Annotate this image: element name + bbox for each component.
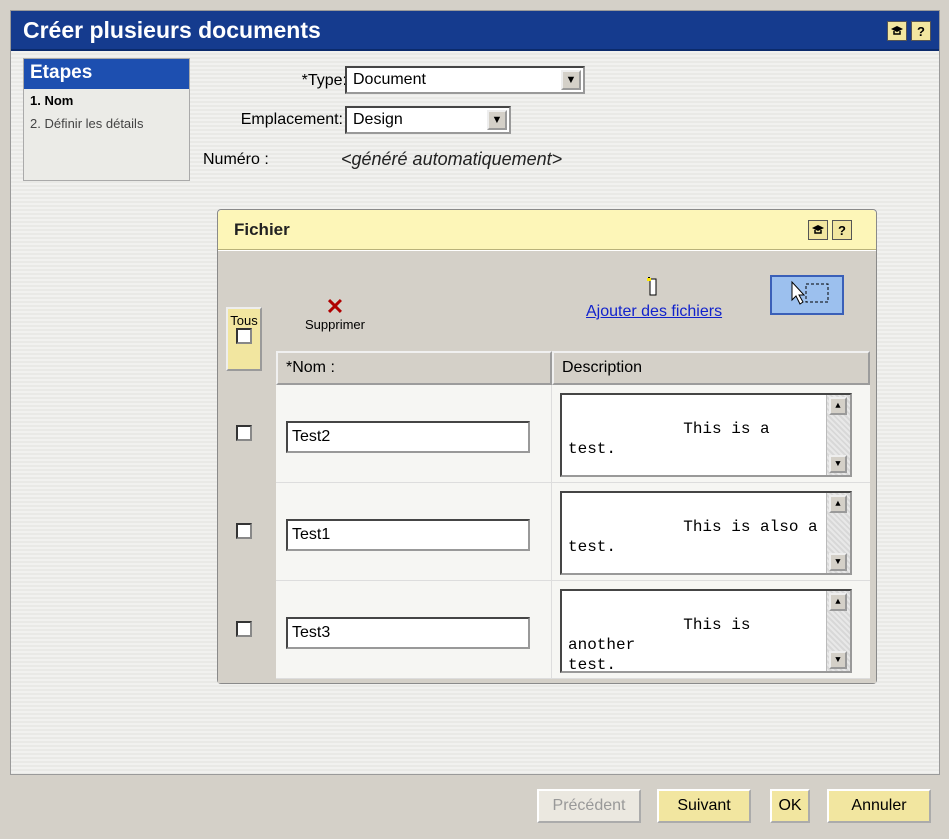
row-select-cell <box>226 581 276 679</box>
name-field[interactable]: Test3 <box>286 617 530 649</box>
scrollbar[interactable]: ▲ ▼ <box>826 493 850 573</box>
add-file-icon <box>586 277 722 303</box>
file-panel-body: Tous ✕ Supprimer Ajouter des fichiers *N <box>218 251 876 683</box>
row-checkbox[interactable] <box>236 425 252 441</box>
description-field[interactable]: This is a test. ▲ ▼ <box>560 393 852 477</box>
ok-button[interactable]: OK <box>770 789 810 823</box>
help-icon[interactable]: ? <box>832 220 852 240</box>
row-select-cell <box>226 385 276 483</box>
drag-drop-icon <box>782 278 832 313</box>
delete-button[interactable]: ✕ Supprimer <box>290 294 380 333</box>
scroll-up-icon[interactable]: ▲ <box>829 593 847 611</box>
select-all-toggle[interactable]: Tous <box>226 307 262 371</box>
step-nom: 1. Nom <box>30 93 74 108</box>
file-panel: Fichier ? Tous ✕ Supprimer Ajouter des f… <box>217 209 877 684</box>
type-value: Document <box>353 71 426 88</box>
name-field[interactable]: Test1 <box>286 519 530 551</box>
previous-button[interactable]: Précédent <box>537 789 641 823</box>
add-files-button[interactable]: Ajouter des fichiers <box>586 277 722 321</box>
scroll-down-icon[interactable]: ▼ <box>829 553 847 571</box>
cancel-button[interactable]: Annuler <box>827 789 931 823</box>
type-label: *Type: <box>301 72 347 89</box>
name-cell: Test3 <box>276 581 552 679</box>
select-all-checkbox[interactable] <box>236 328 252 344</box>
number-value: <généré automatiquement> <box>341 149 563 169</box>
scrollbar[interactable]: ▲ ▼ <box>826 591 850 671</box>
file-toolbar: Tous ✕ Supprimer Ajouter des fichiers <box>218 251 876 371</box>
table-row: Test2 This is a test. ▲ ▼ <box>226 385 870 483</box>
table-row: Test3 This is another test. ▲ ▼ <box>226 581 870 679</box>
delete-icon: ✕ <box>325 294 345 319</box>
file-panel-header: Fichier ? <box>218 210 876 250</box>
scrollbar[interactable]: ▲ ▼ <box>826 395 850 475</box>
tutor-icon[interactable] <box>808 220 828 240</box>
table-row: Test1 This is also a test. ▲ ▼ <box>226 483 870 581</box>
description-text: This is another test. <box>568 616 751 674</box>
chevron-down-icon[interactable]: ▼ <box>561 70 581 90</box>
name-cell: Test2 <box>276 385 552 483</box>
scroll-up-icon[interactable]: ▲ <box>829 495 847 513</box>
description-field[interactable]: This is also a test. ▲ ▼ <box>560 491 852 575</box>
help-icon[interactable]: ? <box>911 21 931 41</box>
number-label: Numéro : <box>203 151 269 168</box>
chevron-down-icon[interactable]: ▼ <box>487 110 507 130</box>
column-header-description: Description <box>552 351 870 385</box>
name-cell: Test1 <box>276 483 552 581</box>
steps-header: Etapes <box>24 59 189 89</box>
description-field[interactable]: This is another test. ▲ ▼ <box>560 589 852 674</box>
description-text: This is a test. <box>568 420 780 458</box>
steps-panel: Etapes 1. Nom 2. Définir les détails <box>23 58 190 181</box>
add-files-link[interactable]: Ajouter des fichiers <box>586 303 722 320</box>
row-checkbox[interactable] <box>236 621 252 637</box>
description-cell: This is another test. ▲ ▼ <box>552 581 870 679</box>
location-select[interactable]: Design ▼ <box>345 106 511 134</box>
row-select-cell <box>226 483 276 581</box>
tutor-icon[interactable] <box>887 21 907 41</box>
location-value: Design <box>353 111 403 128</box>
description-cell: This is a test. ▲ ▼ <box>552 385 870 483</box>
row-checkbox[interactable] <box>236 523 252 539</box>
scroll-down-icon[interactable]: ▼ <box>829 455 847 473</box>
window-title: Créer plusieurs documents <box>23 17 321 43</box>
scroll-up-icon[interactable]: ▲ <box>829 397 847 415</box>
step-define-details[interactable]: 2. Définir les détails <box>24 112 189 135</box>
description-text: This is also a test. <box>568 518 828 556</box>
delete-label: Supprimer <box>305 317 365 332</box>
title-bar: Créer plusieurs documents ? <box>11 11 939 51</box>
description-cell: This is also a test. ▲ ▼ <box>552 483 870 581</box>
scroll-down-icon[interactable]: ▼ <box>829 651 847 669</box>
drag-drop-button[interactable] <box>770 275 844 315</box>
location-label: Emplacement: <box>240 111 343 128</box>
file-panel-title: Fichier <box>234 220 290 239</box>
select-all-label: Tous <box>230 313 258 328</box>
column-header-name: *Nom : <box>276 351 552 385</box>
name-field[interactable]: Test2 <box>286 421 530 453</box>
type-select[interactable]: Document ▼ <box>345 66 585 94</box>
next-button[interactable]: Suivant <box>657 789 751 823</box>
